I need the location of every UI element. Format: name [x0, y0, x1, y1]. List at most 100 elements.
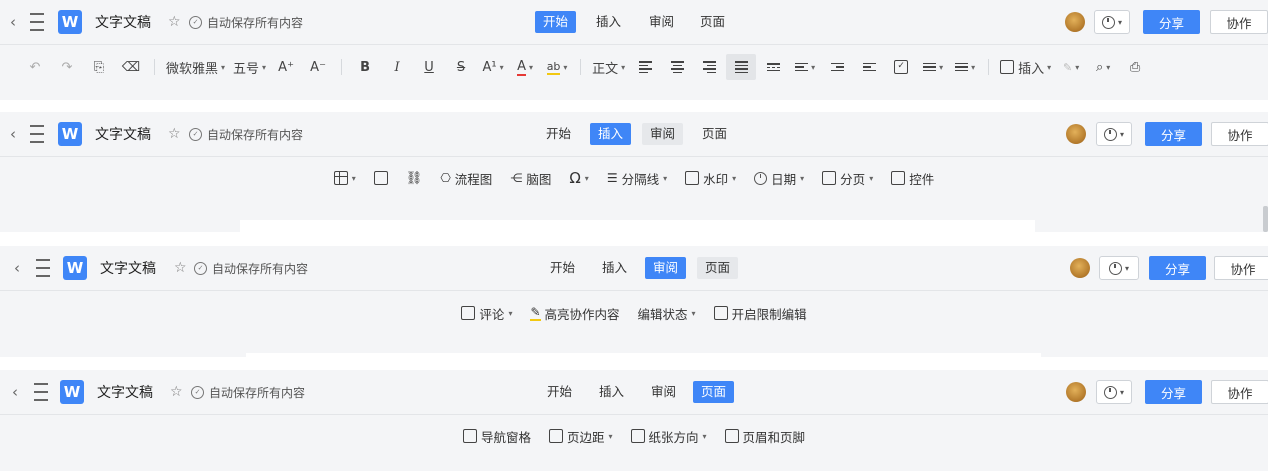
image-icon[interactable] — [370, 166, 392, 190]
tab-home[interactable]: 开始 — [535, 11, 577, 33]
redo-icon[interactable]: ↷ — [52, 54, 82, 80]
pagebreak-icon — [822, 171, 837, 185]
collab-button[interactable]: 协作 — [1214, 256, 1268, 280]
tab-review[interactable]: 审阅 — [643, 381, 684, 403]
tab-home[interactable]: 开始 — [538, 123, 579, 145]
numbered-list-icon[interactable]: ▾ — [950, 54, 980, 80]
tab-page[interactable]: 页面 — [694, 123, 735, 145]
control-button[interactable]: 控件 — [887, 166, 938, 190]
avatar[interactable] — [1066, 124, 1086, 144]
collab-button[interactable]: 协作 — [1211, 380, 1268, 404]
comment-button[interactable]: 评论 ▾ — [457, 301, 516, 325]
margin-button[interactable]: 页边距 ▾ — [545, 424, 617, 448]
flowchart-button[interactable]: ⎔ 流程图 — [436, 166, 496, 190]
nav-pane-button[interactable]: 导航窗格 — [459, 424, 535, 448]
history-button[interactable]: ▾ — [1094, 10, 1130, 34]
document-page[interactable] — [246, 353, 1041, 357]
highlighter-icon: ✎ — [530, 305, 541, 321]
header-footer-icon — [724, 429, 739, 443]
bullet-list-icon[interactable]: ▾ — [918, 54, 948, 80]
avatar[interactable] — [1070, 258, 1090, 278]
underline-button[interactable]: U — [414, 54, 444, 80]
insert-menu[interactable]: 插入 ▾ — [997, 54, 1054, 80]
restrict-edit-button[interactable]: 开启限制编辑 — [710, 301, 811, 325]
tab-insert[interactable]: 插入 — [594, 257, 635, 279]
avatar[interactable] — [1065, 12, 1085, 32]
document-page[interactable] — [240, 220, 1035, 232]
mindmap-button[interactable]: ⋲ 脑图 — [506, 166, 555, 190]
align-right-icon[interactable] — [694, 54, 724, 80]
review-toolbar: 评论 ▾ ✎ 高亮协作内容 编辑状态 ▾ 开启限制编辑 — [0, 291, 1268, 335]
history-button[interactable]: ▾ — [1096, 122, 1132, 146]
align-left-icon[interactable] — [630, 54, 660, 80]
indent-increase-icon[interactable] — [854, 54, 884, 80]
history-button[interactable]: ▾ — [1099, 256, 1139, 280]
wrench-icon[interactable]: ✎ ▾ — [1056, 54, 1086, 80]
divider-icon: ☰ — [606, 171, 618, 185]
panel-page: ‹ W 文字文稿 ☆ ✓ 自动保存所有内容 开始 插入 审阅 页面 ▾ 分享 协… — [0, 370, 1268, 471]
page-toolbar: 导航窗格 页边距 ▾ 纸张方向 ▾ 页眉和页脚 — [0, 414, 1268, 458]
bold-button[interactable]: B — [350, 54, 380, 80]
search-icon[interactable]: ⌕ ▾ — [1088, 54, 1118, 80]
share-button[interactable]: 分享 — [1149, 256, 1206, 280]
edit-state-button[interactable]: 编辑状态 ▾ — [634, 301, 700, 325]
tab-review[interactable]: 审阅 — [642, 123, 684, 145]
undo-icon[interactable]: ↶ — [20, 54, 50, 80]
tab-review[interactable]: 审阅 — [641, 11, 682, 33]
divider — [580, 59, 582, 75]
link-icon[interactable]: ⛓ — [402, 166, 427, 190]
divider — [341, 59, 343, 75]
font-size-select[interactable]: 五号 ▾ — [230, 54, 269, 80]
eraser-icon[interactable]: ⌫ — [116, 54, 146, 80]
collab-button[interactable]: 协作 — [1211, 122, 1268, 146]
strikethrough-button[interactable]: S — [446, 54, 476, 80]
print-icon[interactable]: ⎙ — [1120, 54, 1150, 80]
share-button[interactable]: 分享 — [1145, 380, 1202, 404]
symbol-button[interactable]: Ω ▾ — [565, 166, 592, 190]
tab-page[interactable]: 页面 — [693, 381, 735, 403]
format-painter-icon[interactable]: ⎘ — [84, 54, 114, 80]
tab-insert[interactable]: 插入 — [591, 381, 632, 403]
scrollbar[interactable] — [1263, 206, 1268, 232]
style-select[interactable]: 正文 ▾ — [589, 54, 628, 80]
checklist-icon[interactable]: ✓ — [886, 54, 916, 80]
avatar[interactable] — [1066, 382, 1086, 402]
justify-icon[interactable] — [726, 54, 757, 80]
font-color-button[interactable]: A ▾ — [510, 54, 540, 80]
highlight-button[interactable]: ab ▾ — [542, 54, 572, 80]
align-center-icon[interactable] — [662, 54, 692, 80]
clock-icon — [1103, 385, 1117, 399]
title-bar: ‹ W 文字文稿 ☆ ✓ 自动保存所有内容 开始 插入 审阅 页面 ▾ 分享 协… — [0, 246, 1268, 291]
control-icon — [891, 171, 906, 185]
italic-button[interactable]: I — [382, 54, 412, 80]
share-button[interactable]: 分享 — [1145, 122, 1202, 146]
shrink-font-button[interactable]: A⁻ — [303, 54, 333, 80]
orientation-icon — [630, 429, 645, 443]
date-button[interactable]: 日期 ▾ — [750, 166, 808, 190]
divider-button[interactable]: ☰ 分隔线 ▾ — [603, 166, 671, 190]
history-button[interactable]: ▾ — [1096, 380, 1132, 404]
collab-button[interactable]: 协作 — [1210, 10, 1268, 34]
tab-insert[interactable]: 插入 — [590, 123, 632, 145]
highlight-collab-button[interactable]: ✎ 高亮协作内容 — [526, 301, 623, 325]
line-spacing-icon[interactable]: ▾ — [790, 54, 820, 80]
font-name-select[interactable]: 微软雅黑 ▾ — [163, 54, 228, 80]
watermark-icon — [685, 171, 700, 185]
table-button[interactable]: ▾ — [330, 166, 360, 190]
tab-home[interactable]: 开始 — [542, 257, 583, 279]
share-button[interactable]: 分享 — [1143, 10, 1200, 34]
tab-insert[interactable]: 插入 — [588, 11, 629, 33]
tab-page[interactable]: 页面 — [697, 257, 739, 279]
orientation-button[interactable]: 纸张方向 ▾ — [627, 424, 711, 448]
distributed-align-icon[interactable] — [758, 54, 788, 80]
grow-font-button[interactable]: A⁺ — [271, 54, 301, 80]
tab-page[interactable]: 页面 — [692, 11, 733, 33]
divider — [154, 59, 155, 75]
pagebreak-button[interactable]: 分页 ▾ — [818, 166, 877, 190]
tab-review[interactable]: 审阅 — [645, 257, 687, 279]
indent-decrease-icon[interactable] — [822, 54, 852, 80]
superscript-button[interactable]: A¹ ▾ — [478, 54, 508, 80]
tab-home[interactable]: 开始 — [539, 381, 580, 403]
watermark-button[interactable]: 水印 ▾ — [681, 166, 740, 190]
header-footer-button[interactable]: 页眉和页脚 — [721, 424, 810, 448]
